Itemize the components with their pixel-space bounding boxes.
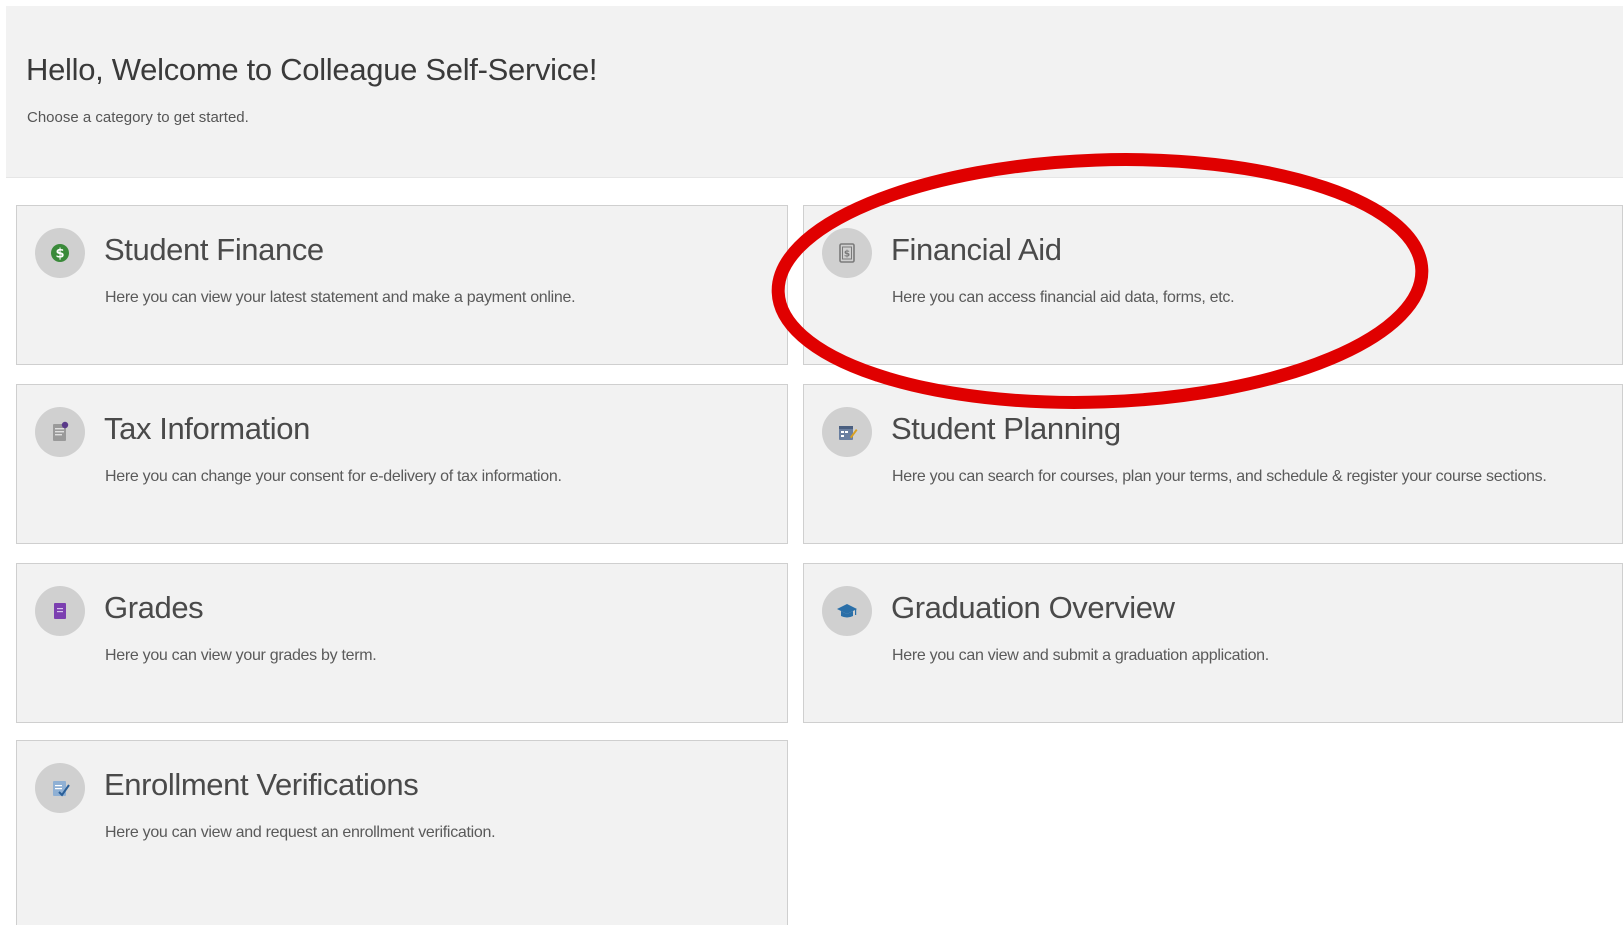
card-title[interactable]: Financial Aid: [891, 232, 1062, 268]
card-description: Here you can access financial aid data, …: [892, 289, 1235, 306]
card-title[interactable]: Enrollment Verifications: [104, 767, 419, 803]
page-subtitle: Choose a category to get started.: [27, 109, 249, 126]
card-student-planning[interactable]: Student Planning Here you can search for…: [803, 384, 1623, 544]
card-graduation-overview[interactable]: Graduation Overview Here you can view an…: [803, 563, 1623, 723]
verification-checklist-icon: [35, 763, 85, 813]
card-title[interactable]: Student Finance: [104, 232, 324, 268]
card-student-finance[interactable]: $ Student Finance Here you can view your…: [16, 205, 788, 365]
card-title[interactable]: Tax Information: [104, 411, 310, 447]
tax-document-icon: [35, 407, 85, 457]
card-title[interactable]: Grades: [104, 590, 204, 626]
svg-text:$: $: [844, 250, 850, 260]
card-description: Here you can view your latest statement …: [105, 289, 576, 306]
page-title: Hello, Welcome to Colleague Self-Service…: [26, 52, 598, 87]
card-description: Here you can view your grades by term.: [105, 647, 377, 664]
card-financial-aid[interactable]: $ Financial Aid Here you can access fina…: [803, 205, 1623, 365]
card-description: Here you can view and submit a graduatio…: [892, 647, 1269, 664]
card-title[interactable]: Graduation Overview: [891, 590, 1175, 626]
grades-book-icon: [35, 586, 85, 636]
svg-text:$: $: [55, 247, 64, 262]
page: Hello, Welcome to Colleague Self-Service…: [0, 0, 1623, 925]
card-grades[interactable]: Grades Here you can view your grades by …: [16, 563, 788, 723]
card-title[interactable]: Student Planning: [891, 411, 1121, 447]
financial-aid-document-icon: $: [822, 228, 872, 278]
card-description: Here you can search for courses, plan yo…: [892, 468, 1547, 485]
card-tax-information[interactable]: Tax Information Here you can change your…: [16, 384, 788, 544]
card-description: Here you can view and request an enrollm…: [105, 824, 496, 841]
card-enrollment-verifications[interactable]: Enrollment Verifications Here you can vi…: [16, 740, 788, 925]
graduation-cap-icon: [822, 586, 872, 636]
welcome-banner: Hello, Welcome to Colleague Self-Service…: [6, 6, 1623, 178]
dollar-coin-icon: $: [35, 228, 85, 278]
card-description: Here you can change your consent for e-d…: [105, 468, 562, 485]
planner-icon: [822, 407, 872, 457]
